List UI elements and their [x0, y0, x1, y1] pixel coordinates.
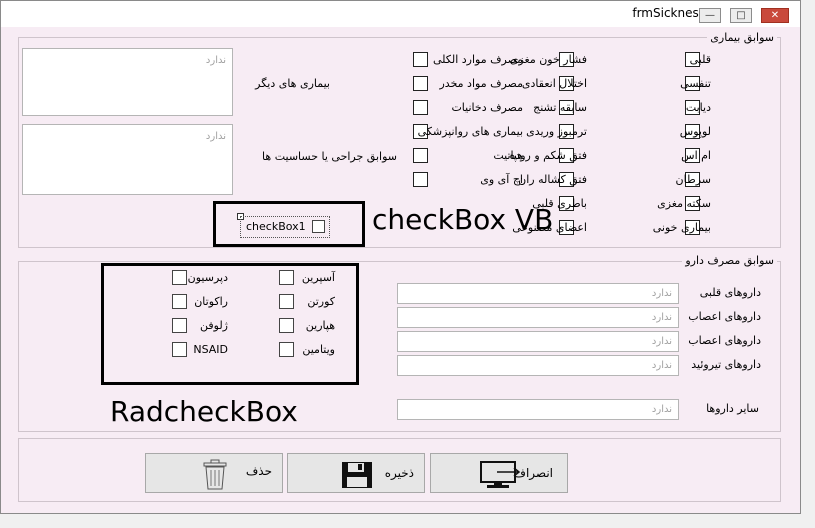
rad-left-checkbox-4[interactable] — [172, 342, 187, 357]
drug-field-1[interactable]: ندارد — [397, 283, 679, 304]
drug-field-label-3: داروهای اعصاب — [688, 334, 761, 347]
history-col1-label-3: دیابت — [685, 101, 711, 114]
rad-left-label-3: ژلوفن — [200, 319, 228, 332]
history-col1-label-5: ام اس — [681, 149, 711, 162]
history-col1-label-8: بیماری خونی — [652, 221, 711, 234]
history-col1-label-6: سرطان — [675, 173, 711, 186]
checkbox-vb-annotation: checkBox VB — [372, 203, 554, 236]
other-drugs-field[interactable]: ندارد — [397, 399, 679, 420]
rad-right-checkbox-2[interactable] — [279, 294, 294, 309]
drugs-group-label: سوابق مصرف دارو — [682, 254, 777, 267]
surgery-placeholder: ندارد — [205, 131, 226, 142]
other-drugs-label: سایر داروها — [706, 402, 759, 415]
history-col2-label-4: ترمبوز وریدی — [526, 125, 587, 138]
drug-field-label-1: داروهای قلبی — [699, 286, 761, 299]
history-col2-label-2: اختلال انعقادی — [521, 77, 587, 90]
drug-field-3[interactable]: ندارد — [397, 331, 679, 352]
delete-button[interactable]: حذف — [145, 453, 283, 493]
rad-right-checkbox-3[interactable] — [279, 318, 294, 333]
history-col1-label-2: تنفسی — [680, 77, 711, 90]
rad-left-checkbox-3[interactable] — [172, 318, 187, 333]
drug-field-placeholder: ندارد — [651, 360, 672, 371]
save-button[interactable]: ذخیره — [287, 453, 425, 493]
other-diseases-placeholder: ندارد — [205, 55, 226, 66]
checkbox1[interactable] — [312, 220, 325, 233]
history-col3-label-6: اچ آی وی — [480, 173, 523, 186]
rad-left-label-2: راکوتان — [194, 295, 228, 308]
rad-right-checkbox-1[interactable] — [279, 270, 294, 285]
history-col2-label-6: فتق کشاله ران — [518, 173, 587, 186]
history-col2-label-3: سابقه تشنج — [533, 101, 587, 114]
close-icon[interactable]: ✕ — [761, 8, 789, 23]
drug-field-label-4: داروهای تیروئید — [691, 358, 761, 371]
minimize-icon[interactable]: — — [699, 8, 721, 23]
history-col3-label-5: هپاتیت — [493, 149, 523, 162]
save-label: ذخیره — [384, 466, 414, 480]
other-drugs-placeholder: ندارد — [651, 404, 672, 415]
drug-field-4[interactable]: ندارد — [397, 355, 679, 376]
history-col3-checkbox-1[interactable] — [413, 52, 428, 67]
checkbox1-label: checkBox1 — [246, 220, 306, 233]
monitor-exit-icon — [480, 461, 521, 488]
rad-left-label-1: دپرسیون — [187, 271, 228, 284]
history-col3-checkbox-5[interactable] — [413, 148, 428, 163]
history-group-label: سوابق بیماری — [707, 31, 777, 44]
rad-right-label-3: هپارین — [305, 319, 335, 332]
radcheckbox-annotation: RadcheckBox — [110, 395, 298, 428]
history-col3-label-2: مصرف مواد مخدر — [439, 77, 523, 90]
rad-left-checkbox-2[interactable] — [172, 294, 187, 309]
rad-left-label-4: NSAID — [193, 343, 228, 356]
cancel-button[interactable]: انصراف — [430, 453, 568, 493]
rad-right-label-2: کورتن — [307, 295, 335, 308]
window-title: frmSickness — [632, 6, 705, 20]
drug-field-placeholder: ندارد — [651, 312, 672, 323]
history-col3-checkbox-3[interactable] — [413, 100, 428, 115]
floppy-disk-icon — [342, 462, 372, 488]
other-diseases-label: بیماری های دیگر — [255, 77, 330, 90]
drug-field-placeholder: ندارد — [651, 336, 672, 347]
surgery-textarea[interactable]: ندارد — [22, 124, 233, 195]
drug-field-placeholder: ندارد — [651, 288, 672, 299]
maximize-icon[interactable]: □ — [730, 8, 752, 23]
history-col3-checkbox-6[interactable] — [413, 172, 428, 187]
rad-left-checkbox-1[interactable] — [172, 270, 187, 285]
history-col1-label-4: لوپوس — [679, 125, 711, 138]
drug-field-label-2: داروهای اعصاب — [688, 310, 761, 323]
history-col3-label-1: مصرف موارد الکلی — [432, 53, 523, 66]
rad-right-checkbox-4[interactable] — [279, 342, 294, 357]
surgery-label: سوابق جراحی یا حساسیت ها — [262, 150, 397, 163]
history-col3-label-3: مصرف دخانیات — [451, 101, 523, 114]
history-col3-label-4: بیماری های روانپزشکی — [417, 125, 523, 138]
drug-field-2[interactable]: ندارد — [397, 307, 679, 328]
history-col3-checkbox-2[interactable] — [413, 76, 428, 91]
other-diseases-textarea[interactable]: ندارد — [22, 48, 233, 116]
rad-right-label-4: ویتامین — [302, 343, 335, 356]
rad-right-label-1: آسپرین — [301, 271, 335, 284]
history-col1-label-7: سکته مغزی — [657, 197, 711, 210]
delete-label: حذف — [245, 464, 272, 478]
trash-can-icon — [203, 459, 227, 490]
history-col1-label-1: قلبی — [689, 53, 711, 66]
